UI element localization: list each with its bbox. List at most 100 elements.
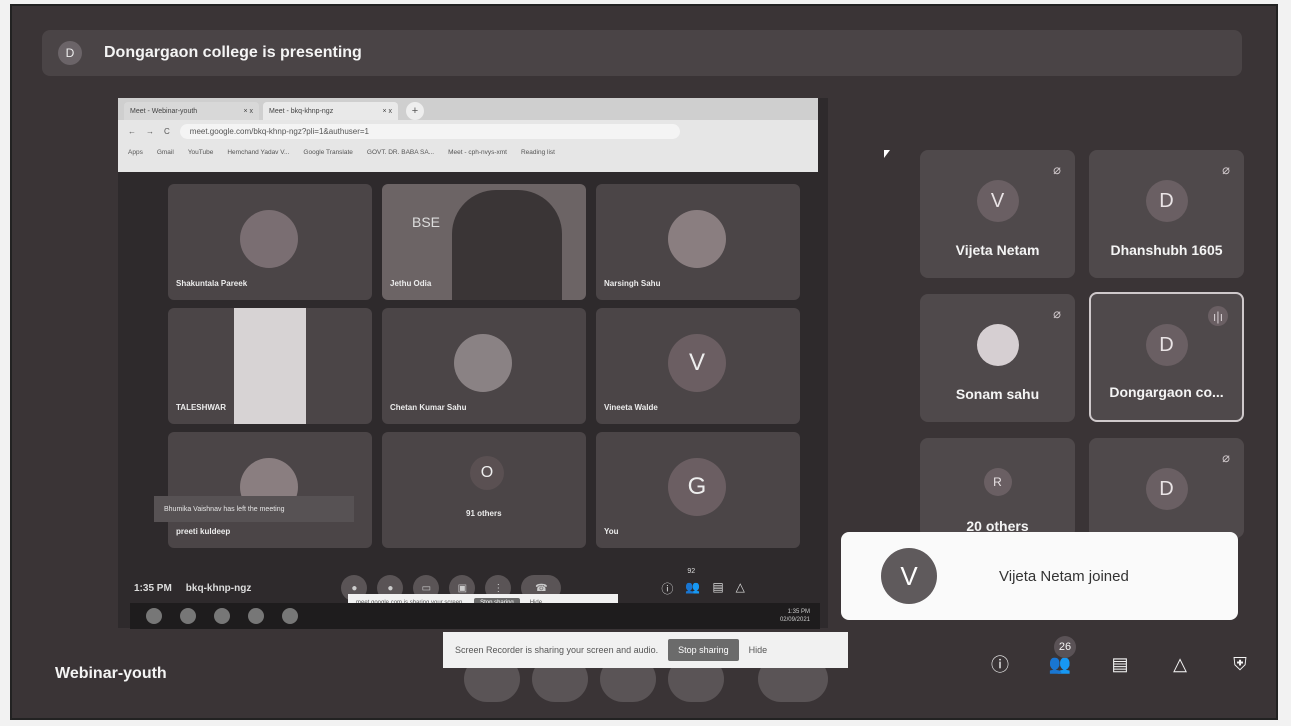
- participant-name: Chetan Kumar Sahu: [390, 403, 467, 412]
- participant-tile[interactable]: O 91 others: [382, 432, 586, 548]
- participant-tile[interactable]: TALESHWAR: [168, 308, 372, 424]
- presenting-banner: D Dongargaon college is presenting: [42, 30, 1242, 76]
- participant-name: Sonam sahu: [955, 386, 1040, 402]
- info-icon[interactable]: ⓘ: [661, 580, 673, 597]
- people-icon[interactable]: 👥 26: [1048, 636, 1076, 676]
- shared-browser-window: Meet - Webinar-youth × x Meet - bkq-khnp-…: [118, 98, 818, 172]
- new-tab-button[interactable]: +: [406, 102, 424, 120]
- participant-photo: [240, 210, 298, 268]
- participant-tile[interactable]: BSE Jethu Odia: [382, 184, 586, 300]
- presenting-text: Dongargaon college is presenting: [104, 44, 362, 61]
- ie-icon[interactable]: [180, 608, 196, 624]
- participant-name: 91 others: [466, 509, 502, 518]
- participant-name: TALESHWAR: [176, 403, 227, 412]
- app-icon[interactable]: [282, 608, 298, 624]
- clock-time: 1:35 PM: [787, 609, 810, 615]
- participant-avatar: G: [668, 458, 726, 516]
- mouse-cursor-icon: [884, 150, 890, 158]
- participant-tile[interactable]: ⌀ D: [1089, 438, 1244, 538]
- mic-off-icon: ⌀: [1222, 450, 1230, 465]
- presenter-avatar: D: [58, 41, 82, 65]
- info-icon[interactable]: ⓘ: [988, 652, 1012, 676]
- left-meeting-notice: Bhumika Vaishnav has left the meeting: [154, 496, 354, 522]
- stop-sharing-button[interactable]: Stop sharing: [668, 639, 739, 661]
- people-count-badge: 26: [1054, 636, 1076, 658]
- bookmark-item[interactable]: Apps: [128, 149, 143, 156]
- bookmark-item[interactable]: YouTube: [188, 149, 214, 156]
- participant-tile[interactable]: ⌀ Sonam sahu: [920, 294, 1075, 422]
- participant-tile[interactable]: ⌀ D Dhanshubh 1605: [1089, 150, 1244, 278]
- reload-icon[interactable]: C: [164, 127, 170, 136]
- participant-tile[interactable]: Chetan Kumar Sahu: [382, 308, 586, 424]
- address-bar: ← → C meet.google.com/bkq-khnp-ngz?pli=1…: [118, 120, 818, 142]
- browser-tabs: Meet - Webinar-youth × x Meet - bkq-khnp-…: [118, 98, 818, 120]
- bookmark-item[interactable]: Hemchand Yadav V...: [227, 149, 289, 156]
- people-badge: 92: [687, 567, 696, 575]
- close-icon[interactable]: × x: [243, 108, 253, 115]
- shared-screen: Meet - Webinar-youth × x Meet - bkq-khnp-…: [118, 98, 828, 629]
- tab-label: Meet - bkq-khnp-ngz: [269, 107, 334, 115]
- chat-icon[interactable]: ▤: [712, 580, 723, 597]
- participant-name: Jethu Odia: [390, 279, 432, 288]
- bookmark-item[interactable]: Google Translate: [303, 149, 353, 156]
- participant-tile[interactable]: Narsingh Sahu: [596, 184, 800, 300]
- toast-avatar: V: [881, 548, 937, 604]
- bookmark-item[interactable]: Gmail: [157, 149, 174, 156]
- participant-name: Shakuntala Pareek: [176, 279, 248, 288]
- participant-name: Dongargaon co...: [1109, 384, 1224, 400]
- participant-name: You: [604, 527, 619, 536]
- meeting-code: bkq-khnp-ngz: [185, 582, 252, 594]
- back-icon[interactable]: ←: [128, 127, 136, 136]
- taskbar-clock: 1:35 PM 02/09/2021: [780, 608, 810, 624]
- mic-off-icon: ⌀: [1222, 162, 1230, 177]
- mic-off-icon: ⌀: [1053, 162, 1061, 177]
- media-player-icon[interactable]: [248, 608, 264, 624]
- activities-icon[interactable]: △: [1168, 652, 1192, 676]
- participant-avatar: O: [470, 456, 504, 490]
- participant-photo: [454, 334, 512, 392]
- participant-tile[interactable]: R 20 others: [920, 438, 1075, 538]
- participant-name: Vineeta Walde: [604, 403, 658, 412]
- tab-label: Meet - Webinar-youth: [130, 107, 198, 115]
- folder-icon[interactable]: [214, 608, 230, 624]
- browser-tab[interactable]: Meet - Webinar-youth × x: [124, 102, 259, 120]
- start-icon[interactable]: [146, 608, 162, 624]
- bookmark-item[interactable]: Reading list: [521, 149, 555, 156]
- participant-tile[interactable]: preeti kuldeep: [168, 432, 372, 548]
- participant-tile[interactable]: ⌀ V Vijeta Netam: [920, 150, 1075, 278]
- participant-name: Narsingh Sahu: [604, 279, 661, 288]
- bookmark-item[interactable]: Meet - cph-nvys-xmt: [448, 149, 507, 156]
- activities-icon[interactable]: △: [736, 580, 745, 597]
- participant-name: preeti kuldeep: [176, 527, 231, 536]
- recorder-share-bar: Screen Recorder is sharing your screen a…: [443, 632, 848, 668]
- mic-off-icon: ⌀: [1053, 306, 1061, 321]
- participant-tile[interactable]: Shakuntala Pareek: [168, 184, 372, 300]
- hide-button[interactable]: Hide: [749, 645, 768, 655]
- participant-photo: [234, 308, 306, 424]
- people-icon[interactable]: 👥 92: [685, 568, 700, 597]
- host-controls-icon[interactable]: ⛨: [1228, 652, 1252, 676]
- close-icon[interactable]: × x: [382, 108, 392, 115]
- participant-avatar: D: [1145, 324, 1188, 366]
- participant-tile[interactable]: ı|ı D Dongargaon co...: [1089, 292, 1244, 422]
- participant-name: Dhanshubh 1605: [1110, 242, 1223, 258]
- meeting-time: 1:35 PM: [134, 582, 172, 594]
- participant-avatar: R: [983, 468, 1012, 496]
- participant-tile[interactable]: V Vineeta Walde: [596, 308, 800, 424]
- video-text: BSE: [412, 214, 441, 230]
- meeting-title: Webinar-youth: [55, 665, 167, 682]
- participant-photo: [976, 324, 1019, 366]
- browser-tab[interactable]: Meet - bkq-khnp-ngz × x: [263, 102, 398, 120]
- chat-icon[interactable]: ▤: [1108, 652, 1132, 676]
- participant-avatar: V: [668, 334, 726, 392]
- meet-window: D Dongargaon college is presenting Meet …: [10, 4, 1278, 720]
- participant-tile[interactable]: G You: [596, 432, 800, 548]
- participant-photo: [668, 210, 726, 268]
- bookmarks-bar: Apps Gmail YouTube Hemchand Yadav V... G…: [118, 142, 818, 162]
- speaking-icon: ı|ı: [1208, 306, 1228, 326]
- url-field[interactable]: meet.google.com/bkq-khnp-ngz?pli=1&authu…: [179, 123, 680, 139]
- bookmark-item[interactable]: GOVT. DR. BABA SA...: [367, 149, 434, 156]
- participant-name: Vijeta Netam: [955, 242, 1040, 258]
- forward-icon[interactable]: →: [146, 127, 154, 136]
- join-notification: V Vijeta Netam joined: [841, 532, 1238, 620]
